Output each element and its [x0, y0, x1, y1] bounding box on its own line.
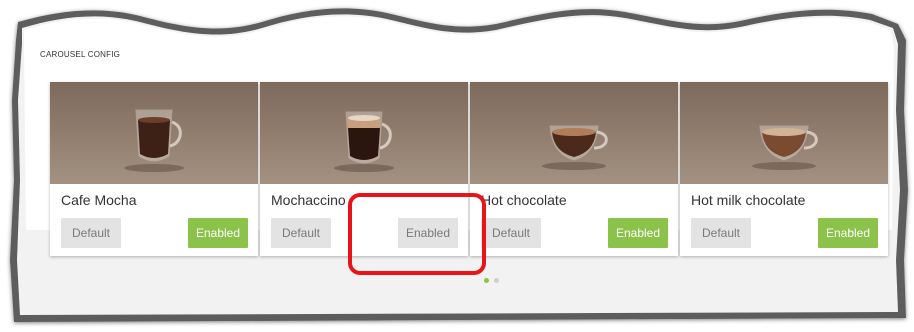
enabled-toggle-button[interactable]: Enabled — [608, 218, 668, 248]
product-card: Cafe Mocha Default Enabled — [50, 82, 258, 256]
product-image — [260, 82, 468, 184]
default-button[interactable]: Default — [271, 218, 331, 248]
coffee-cup-icon — [542, 125, 608, 170]
enabled-toggle-button[interactable]: Enabled — [398, 218, 458, 248]
product-name: Hot milk chocolate — [691, 192, 806, 208]
product-card: Hot milk chocolate Default Enabled — [680, 82, 888, 256]
enabled-toggle-button[interactable]: Enabled — [188, 218, 248, 248]
product-image — [680, 82, 888, 184]
enabled-toggle-button[interactable]: Enabled — [818, 218, 878, 248]
product-image — [470, 82, 678, 184]
product-name: Hot chocolate — [481, 192, 567, 208]
coffee-cup-icon — [124, 109, 184, 172]
default-button[interactable]: Default — [61, 218, 121, 248]
carousel-pagination — [484, 270, 504, 283]
product-name: Mochaccino — [271, 192, 346, 208]
product-image — [50, 82, 258, 184]
page-dot-1[interactable] — [484, 278, 489, 283]
coffee-cup-icon — [752, 125, 818, 170]
coffee-cup-icon — [334, 111, 394, 172]
product-carousel: Cafe Mocha Default Enabled Mochaccino De… — [50, 82, 888, 260]
default-button[interactable]: Default — [481, 218, 541, 248]
product-name: Cafe Mocha — [61, 192, 137, 208]
product-card: Hot chocolate Default Enabled — [470, 82, 678, 256]
product-card: Mochaccino Default Enabled — [260, 82, 468, 256]
default-button[interactable]: Default — [691, 218, 751, 248]
page-dot-2[interactable] — [494, 278, 499, 283]
panel-title: CAROUSEL CONFIG — [40, 50, 121, 59]
